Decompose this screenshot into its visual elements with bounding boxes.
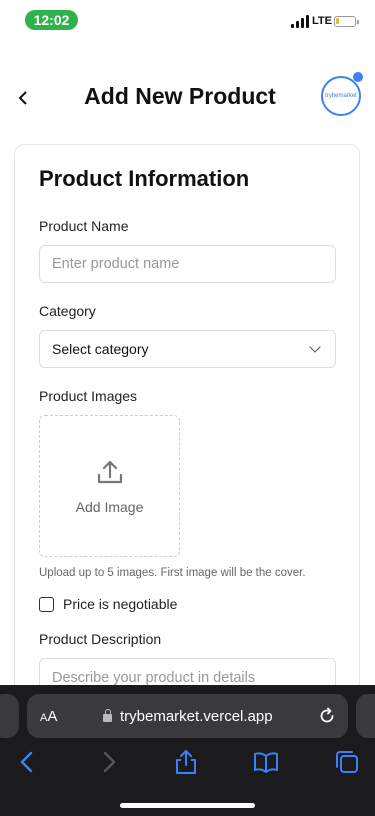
add-image-button[interactable]: Add Image: [39, 415, 180, 557]
description-label: Product Description: [39, 631, 162, 647]
section-title: Product Information: [39, 166, 250, 191]
bookmarks-icon[interactable]: [252, 748, 280, 776]
page-title: Add New Product: [84, 83, 276, 109]
category-select[interactable]: Select category: [39, 330, 336, 368]
forward-icon[interactable]: [94, 748, 122, 776]
battery-level: [336, 18, 339, 24]
upload-icon: [97, 460, 122, 484]
share-icon[interactable]: [172, 748, 200, 776]
back-button[interactable]: [12, 85, 34, 111]
product-name-label: Product Name: [39, 218, 129, 234]
signal-icon: [291, 15, 311, 28]
status-time: 12:02: [25, 10, 78, 30]
product-images-label: Product Images: [39, 388, 138, 404]
browser-toolbar: AA trybemarket.vercel.app: [0, 685, 375, 816]
category-selected-value: Select category: [52, 341, 149, 357]
url-text: trybemarket.vercel.app: [120, 707, 273, 725]
add-image-label: Add Image: [75, 499, 144, 515]
negotiable-checkbox[interactable]: [39, 596, 54, 612]
description-placeholder: Describe your product in details: [52, 670, 256, 686]
status-bar: 12:02 LTE: [0, 0, 375, 44]
next-tab-pill[interactable]: [356, 694, 375, 738]
avatar-logo-text: trybemarket: [325, 93, 357, 99]
text-size-button[interactable]: AA: [40, 708, 57, 725]
chevron-down-icon: [309, 341, 321, 353]
product-name-placeholder: Enter product name: [52, 256, 180, 272]
product-name-input[interactable]: Enter product name: [39, 245, 336, 283]
reload-icon[interactable]: [318, 707, 336, 725]
negotiable-row[interactable]: Price is negotiable: [39, 596, 177, 612]
back-icon[interactable]: [14, 748, 42, 776]
upload-hint: Upload up to 5 images. First image will …: [39, 567, 306, 579]
address-bar[interactable]: AA trybemarket.vercel.app: [27, 694, 348, 738]
home-indicator: [120, 803, 255, 808]
negotiable-label: Price is negotiable: [63, 596, 178, 612]
avatar[interactable]: trybemarket: [321, 76, 361, 116]
lock-icon: [103, 708, 112, 722]
category-label: Category: [39, 303, 96, 319]
chevron-left-icon: [18, 91, 27, 105]
previous-tab-pill[interactable]: [0, 694, 19, 738]
tabs-icon[interactable]: [333, 748, 361, 776]
network-label: LTE: [312, 15, 332, 27]
notification-dot: [353, 72, 363, 82]
url-display[interactable]: trybemarket.vercel.app: [103, 708, 273, 725]
battery-icon: [334, 16, 359, 27]
